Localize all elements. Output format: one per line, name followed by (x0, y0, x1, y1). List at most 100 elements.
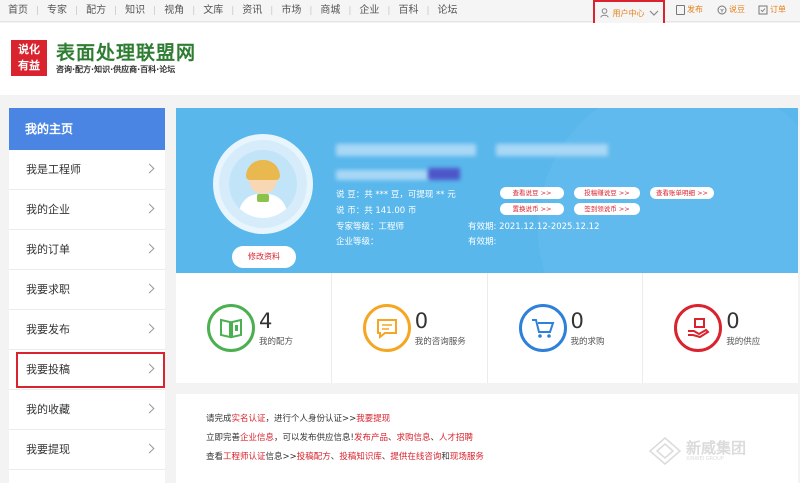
watermark-logo-icon (648, 437, 682, 465)
view-shuodou-button[interactable]: 查看说豆 >> (500, 187, 564, 199)
nav-perspective[interactable]: 视角 (156, 0, 192, 22)
chevron-right-icon (144, 323, 155, 334)
book-icon (207, 304, 255, 352)
chevron-right-icon (144, 403, 155, 414)
stat-value: 0 (570, 309, 584, 333)
logo-text-line2: 有益 (18, 59, 40, 72)
stat-label: 我的求购 (570, 337, 605, 347)
watermark-text: 新威集团 (686, 439, 747, 457)
site-title: 表面处理联盟网 (56, 42, 197, 64)
stat-value: 0 (414, 309, 429, 333)
nav-forum[interactable]: 论坛 (430, 0, 466, 22)
onsite-service-link[interactable]: 现场服务 (450, 452, 484, 462)
stat-supply[interactable]: 0 我的供应 (643, 273, 798, 383)
blurred-tag (428, 168, 460, 180)
nav-news[interactable]: 资讯 (234, 0, 270, 22)
chevron-right-icon (144, 243, 155, 254)
submit-knowledge-link[interactable]: 投稿知识库 (339, 452, 382, 462)
blurred-username (336, 144, 476, 156)
engineer-auth-link[interactable]: 工程师认证 (223, 452, 266, 462)
chevron-down-icon (649, 10, 658, 16)
edit-profile-button[interactable]: 修改资料 (232, 246, 296, 268)
enterprise-info-link[interactable]: 企业信息 (240, 433, 274, 443)
stats-panel: 4 我的配方 0 我的咨询服务 0 我的求购 0 我的供应 (176, 273, 798, 383)
site-subtitle: 咨询·配方·知识·供应商·百科·论坛 (56, 65, 176, 74)
nav-market[interactable]: 市场 (273, 0, 309, 22)
top-nav-links: 首页 | 专家 | 配方 | 知识 | 视角 | 文库 | 资讯 | 市场 | 商城 | 企业 | … (0, 0, 466, 22)
chevron-right-icon (144, 283, 155, 294)
notice-line-verify: 请完成实名认证，进行个人身份认证>>我要提现 (206, 414, 391, 424)
sidebar-item-label: 我要发布 (26, 323, 70, 336)
user-icon (599, 8, 609, 18)
site-logo[interactable]: 说化 有益 (11, 40, 47, 76)
coin-icon (717, 5, 727, 14)
shuodou-link[interactable]: 说豆 (717, 4, 745, 15)
nav-knowledge[interactable]: 知识 (117, 0, 153, 22)
sidebar-item-label: 我的收藏 (26, 403, 70, 416)
validity-expert: 有效期: 2021.12.12-2025.12.12 (468, 222, 600, 232)
blurred-detail (336, 170, 430, 180)
avatar[interactable] (213, 134, 313, 234)
publish-label: 发布 (687, 5, 703, 14)
sidebar-item-label: 我要投稿 (26, 363, 70, 376)
nav-experts[interactable]: 专家 (39, 0, 75, 22)
nav-library[interactable]: 文库 (195, 0, 231, 22)
sidebar-item-job-seeking[interactable]: 我要求职 (9, 270, 165, 310)
nav-mall[interactable]: 商城 (312, 0, 348, 22)
recruit-link[interactable]: 人才招聘 (439, 433, 473, 443)
sidebar-item-publish[interactable]: 我要发布 (9, 310, 165, 350)
withdraw-link[interactable]: 我要提现 (356, 414, 390, 424)
stat-purchase[interactable]: 0 我的求购 (488, 273, 644, 383)
expert-level: 专家等级：工程师 (336, 222, 405, 232)
chevron-right-icon (144, 363, 155, 374)
shuobi-balance: 说 币：共 141.00 币 (336, 206, 417, 216)
sidebar-item-favorites[interactable]: 我的收藏 (9, 390, 165, 430)
document-icon (676, 4, 685, 15)
submit-formula-link[interactable]: 投稿配方 (297, 452, 331, 462)
stat-formulas[interactable]: 4 我的配方 (176, 273, 332, 383)
view-bill-button[interactable]: 查看账单明细 >> (650, 187, 714, 199)
sidebar-item-label: 我的订单 (26, 243, 70, 256)
stat-value: 4 (259, 309, 273, 333)
sidebar-item-enterprise[interactable]: 我的企业 (9, 190, 165, 230)
supply-hand-icon (674, 304, 723, 352)
shuodou-label: 说豆 (729, 5, 745, 14)
profile-banner: 修改资料 说 豆：共 *** 豆，可提现 ** 元 说 币：共 141.00 币… (176, 108, 798, 273)
sidebar-item-label: 我是工程师 (26, 163, 81, 176)
publish-product-link[interactable]: 发布产品 (354, 433, 388, 443)
nav-home[interactable]: 首页 (0, 0, 36, 22)
signin-shuobi-button[interactable]: 签到领说币 >> (574, 203, 640, 215)
stat-label: 我的配方 (259, 337, 294, 347)
nav-formulas[interactable]: 配方 (78, 0, 114, 22)
checklist-icon (758, 5, 768, 14)
chevron-right-icon (144, 163, 155, 174)
orders-label: 订单 (770, 5, 786, 14)
notice-line-enterprise: 立即完善企业信息，可以发布供应信息!发布产品、求购信息、人才招聘 (206, 433, 474, 443)
chat-icon (362, 304, 411, 352)
orders-link[interactable]: 订单 (758, 4, 786, 15)
sidebar-item-submit-article[interactable]: 我要投稿 (9, 350, 165, 390)
online-consult-link[interactable]: 提供在线咨询 (390, 452, 441, 462)
purchase-info-link[interactable]: 求购信息 (396, 433, 430, 443)
exchange-shuobi-button[interactable]: 置换说币 >> (500, 203, 564, 215)
stat-value: 0 (726, 309, 740, 333)
nav-encyclopedia[interactable]: 百科 (390, 0, 426, 22)
sidebar-item-withdraw[interactable]: 我要提现 (9, 430, 165, 470)
sidebar-item-orders[interactable]: 我的订单 (9, 230, 165, 270)
sidebar-item-label: 我的企业 (26, 203, 70, 216)
sidebar-item-label: 我要提现 (26, 443, 70, 456)
sidebar-item-engineer[interactable]: 我是工程师 (9, 150, 165, 190)
real-name-auth-link[interactable]: 实名认证 (232, 414, 266, 424)
publish-link[interactable]: 发布 (676, 4, 703, 15)
logo-text-line1: 说化 (18, 43, 40, 56)
chevron-right-icon (144, 443, 155, 454)
sidebar-title[interactable]: 我的主页 (9, 108, 165, 150)
post-earn-button[interactable]: 投稿赚说豆 >> (574, 187, 640, 199)
validity-company: 有效期: (468, 237, 497, 247)
stat-consulting[interactable]: 0 我的咨询服务 (332, 273, 488, 383)
user-center-label: 用户中心 (612, 8, 645, 18)
cart-icon (518, 304, 567, 352)
notice-line-engineer: 查看工程师认证信息>>投稿配方、投稿知识库、提供在线咨询和现场服务 (206, 452, 484, 462)
nav-enterprise[interactable]: 企业 (351, 0, 387, 22)
watermark: 新威集团 XINWEI GROUP (648, 436, 746, 466)
